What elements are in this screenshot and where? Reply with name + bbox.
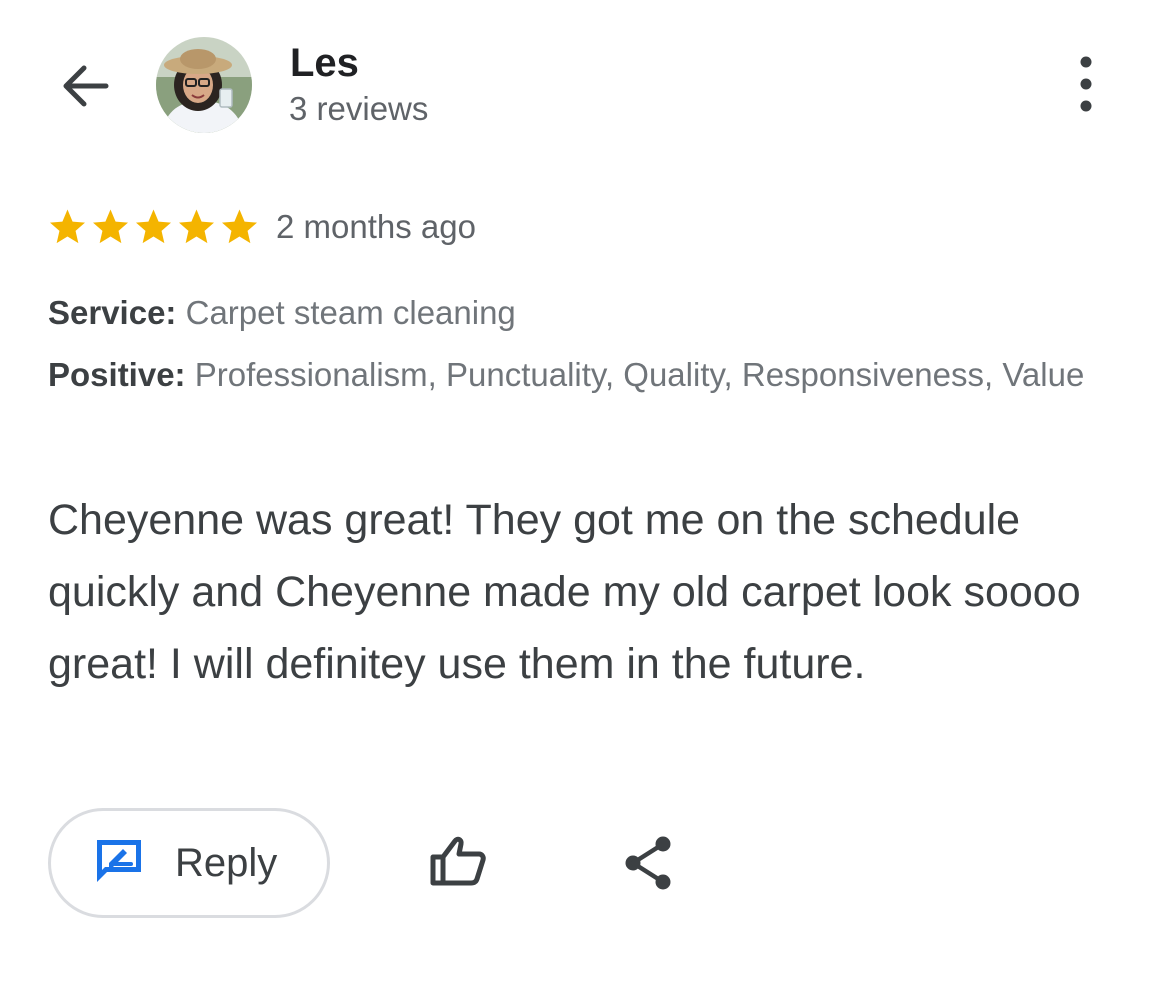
share-icon: [623, 835, 673, 896]
thumbs-up-icon: [429, 835, 487, 892]
arrow-left-icon: [58, 60, 110, 117]
share-button[interactable]: [618, 832, 678, 898]
positive-label: Positive:: [48, 356, 186, 393]
review-time: 2 months ago: [276, 208, 476, 245]
reviewer-name[interactable]: Les: [290, 40, 359, 86]
review-text: Cheyenne was great! They got me on the s…: [48, 496, 1081, 688]
star-icon: [175, 206, 218, 248]
star-icon: [89, 206, 132, 248]
reply-button[interactable]: Reply: [48, 808, 330, 918]
reply-icon: [93, 836, 145, 891]
back-button[interactable]: [52, 56, 116, 120]
star-icon: [46, 206, 89, 248]
service-attribute: Service: Carpet steam cleaning: [48, 292, 516, 334]
star-rating: [46, 206, 261, 248]
positive-value: Professionalism, Punctuality, Quality, R…: [194, 356, 1085, 393]
like-button[interactable]: [423, 830, 493, 896]
service-label: Service:: [48, 294, 177, 331]
more-vertical-icon: [1076, 56, 1096, 117]
more-options-button[interactable]: [1062, 56, 1110, 116]
reviewer-review-count: 3 reviews: [289, 90, 429, 127]
avatar[interactable]: [156, 37, 252, 133]
star-icon: [218, 206, 261, 248]
service-value: Carpet steam cleaning: [185, 294, 516, 331]
reply-label: Reply: [175, 841, 278, 885]
star-icon: [132, 206, 175, 248]
positive-attribute: Positive: Professionalism, Punctuality, …: [48, 351, 1118, 399]
